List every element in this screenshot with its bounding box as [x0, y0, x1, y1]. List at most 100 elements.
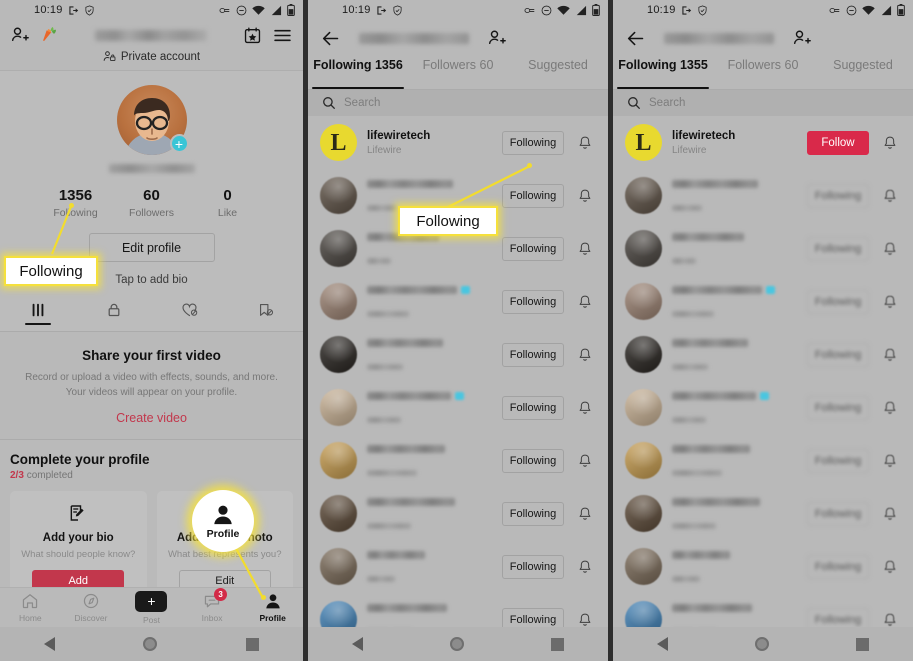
add-person-icon[interactable]	[10, 25, 30, 45]
tab-followers-2[interactable]: Followers 60	[408, 56, 508, 89]
bell-icon[interactable]	[574, 559, 596, 575]
following-button[interactable]: Following	[502, 289, 564, 314]
tab-following-3[interactable]: Following 1355	[613, 56, 713, 89]
avatar[interactable]	[320, 283, 357, 320]
following-button[interactable]: Following	[807, 289, 869, 314]
list-item[interactable]: Following	[308, 328, 608, 381]
list-item[interactable]: Following	[308, 381, 608, 434]
list-item[interactable]: Following	[308, 540, 608, 593]
following-button[interactable]: Following	[502, 342, 564, 367]
avatar[interactable]: L	[625, 124, 662, 161]
avatar[interactable]	[320, 495, 357, 532]
bell-icon[interactable]	[879, 559, 901, 575]
recents-square-icon[interactable]	[245, 637, 259, 651]
bell-icon[interactable]	[879, 347, 901, 363]
following-button[interactable]: Following	[807, 395, 869, 420]
avatar[interactable]	[320, 442, 357, 479]
following-button[interactable]: Following	[502, 501, 564, 526]
follow-button[interactable]: Follow	[807, 130, 869, 155]
bell-icon[interactable]	[574, 135, 596, 151]
carrot-icon[interactable]	[40, 26, 59, 45]
list-item[interactable]: Following	[613, 381, 913, 434]
tab-videos[interactable]	[0, 302, 76, 331]
avatar[interactable]: +	[116, 85, 189, 155]
bell-icon[interactable]	[574, 400, 596, 416]
following-button[interactable]: Following	[502, 554, 564, 579]
following-button[interactable]: Following	[502, 130, 564, 155]
avatar[interactable]	[625, 230, 662, 267]
bell-icon[interactable]	[879, 400, 901, 416]
bell-icon[interactable]	[574, 188, 596, 204]
stat-followers[interactable]: 60 Followers	[114, 187, 190, 219]
bell-icon[interactable]	[574, 294, 596, 310]
back-arrow-icon[interactable]	[625, 28, 646, 49]
stat-likes[interactable]: 0 Like	[190, 187, 266, 219]
bell-icon[interactable]	[879, 506, 901, 522]
list-item[interactable]: Following	[308, 275, 608, 328]
avatar[interactable]	[625, 389, 662, 426]
bell-icon[interactable]	[574, 506, 596, 522]
back-triangle-icon[interactable]	[44, 637, 56, 651]
tab-saved[interactable]	[227, 302, 303, 331]
list-item[interactable]: Llifewiretech Lifewire Following	[308, 116, 608, 169]
recents-square-icon[interactable]	[551, 637, 565, 651]
bell-icon[interactable]	[574, 453, 596, 469]
nav-post[interactable]: + Post	[121, 590, 182, 625]
avatar[interactable]	[625, 442, 662, 479]
tab-suggested-2[interactable]: Suggested	[508, 56, 608, 89]
following-button[interactable]: Following	[502, 395, 564, 420]
nav-home[interactable]: Home	[0, 592, 61, 623]
recents-square-icon[interactable]	[856, 637, 870, 651]
nav-inbox[interactable]: 3 Inbox	[182, 588, 243, 623]
hamburger-menu-icon[interactable]	[272, 25, 293, 46]
home-circle-icon[interactable]	[754, 637, 769, 651]
avatar[interactable]	[625, 548, 662, 585]
list-item[interactable]: Following	[308, 434, 608, 487]
bell-icon[interactable]	[574, 612, 596, 628]
avatar[interactable]	[320, 336, 357, 373]
calendar-star-icon[interactable]	[243, 26, 262, 45]
following-button[interactable]: Following	[502, 448, 564, 473]
search-input-3[interactable]: Search	[613, 90, 913, 116]
bell-icon[interactable]	[879, 135, 901, 151]
tab-following-2[interactable]: Following 1356	[308, 56, 408, 89]
following-button[interactable]: Following	[502, 183, 564, 208]
bell-icon[interactable]	[879, 453, 901, 469]
bell-icon[interactable]	[574, 347, 596, 363]
list-item[interactable]: Following	[613, 169, 913, 222]
avatar[interactable]	[320, 177, 357, 214]
avatar[interactable]	[625, 495, 662, 532]
following-button[interactable]: Following	[502, 236, 564, 261]
avatar[interactable]	[625, 177, 662, 214]
bell-icon[interactable]	[879, 294, 901, 310]
list-item[interactable]: Following	[613, 487, 913, 540]
list-item[interactable]: Following	[613, 328, 913, 381]
back-triangle-icon[interactable]	[656, 637, 668, 651]
avatar[interactable]	[320, 389, 357, 426]
avatar[interactable]	[320, 230, 357, 267]
bell-icon[interactable]	[879, 612, 901, 628]
following-button[interactable]: Following	[807, 236, 869, 261]
tab-liked[interactable]	[152, 302, 228, 331]
nav-profile[interactable]: Profile	[242, 592, 303, 623]
search-input-2[interactable]: Search	[308, 90, 608, 116]
create-video-link[interactable]: Create video	[18, 411, 285, 425]
add-person-icon[interactable]	[487, 28, 507, 48]
list-item[interactable]: Following	[613, 540, 913, 593]
add-photo-badge[interactable]: +	[169, 134, 189, 153]
stat-following[interactable]: 1356 Following	[38, 187, 114, 219]
plus-icon[interactable]: +	[132, 590, 171, 612]
tab-suggested-3[interactable]: Suggested	[813, 56, 913, 89]
list-item[interactable]: Llifewiretech Lifewire Follow	[613, 116, 913, 169]
avatar[interactable]	[320, 548, 357, 585]
avatar[interactable]: L	[320, 124, 357, 161]
home-circle-icon[interactable]	[449, 637, 464, 651]
bell-icon[interactable]	[879, 188, 901, 204]
following-button[interactable]: Following	[807, 342, 869, 367]
following-button[interactable]: Following	[807, 501, 869, 526]
avatar[interactable]	[625, 283, 662, 320]
back-triangle-icon[interactable]	[351, 637, 363, 651]
back-arrow-icon[interactable]	[320, 28, 341, 49]
following-button[interactable]: Following	[807, 448, 869, 473]
list-item[interactable]: Following	[613, 222, 913, 275]
